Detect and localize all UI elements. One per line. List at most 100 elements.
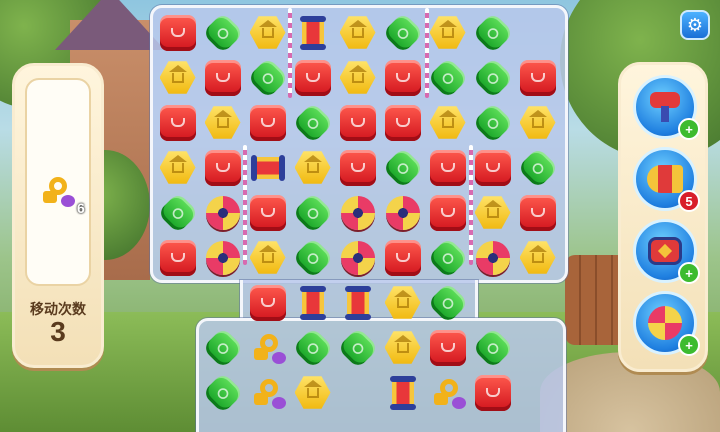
board-cell[interactable]: [335, 145, 380, 190]
board-cell[interactable]: [515, 190, 560, 235]
board-cell[interactable]: [200, 370, 245, 415]
board-cell[interactable]: [380, 235, 425, 280]
board-cell[interactable]: [290, 325, 335, 370]
board-cell[interactable]: [515, 100, 560, 145]
add-booster-badge[interactable]: +: [678, 118, 700, 140]
board-cell[interactable]: [470, 55, 515, 100]
board-cell[interactable]: [425, 280, 470, 325]
board-cell[interactable]: [425, 370, 470, 415]
yellow-house-tile: [249, 241, 286, 274]
rocket-icon: [647, 165, 683, 193]
board-cell[interactable]: [200, 190, 245, 235]
board-cell[interactable]: [425, 190, 470, 235]
goal-remaining-count: 6: [77, 200, 85, 216]
yellow-house-tile: [249, 16, 286, 49]
board-cell[interactable]: [380, 10, 425, 55]
board-cell[interactable]: [200, 100, 245, 145]
add-booster-badge[interactable]: +: [678, 334, 700, 356]
board-cell[interactable]: [380, 190, 425, 235]
fan-booster-button[interactable]: +: [633, 291, 700, 356]
board-cell[interactable]: [245, 325, 290, 370]
board-cell[interactable]: [245, 235, 290, 280]
board-cell[interactable]: [470, 10, 515, 55]
yellow-house-tile: [339, 16, 376, 49]
board-cell[interactable]: [290, 280, 335, 325]
board-cell[interactable]: [425, 55, 470, 100]
board-cell[interactable]: [200, 10, 245, 55]
board-cell[interactable]: [380, 280, 425, 325]
settings-button[interactable]: ⚙: [680, 10, 710, 40]
green-leaf-tile: [471, 11, 514, 54]
board-cell[interactable]: [380, 325, 425, 370]
board-cell[interactable]: [245, 145, 290, 190]
board-cell[interactable]: [335, 325, 380, 370]
board-cell[interactable]: [425, 235, 470, 280]
board-cell[interactable]: [155, 100, 200, 145]
board-cell[interactable]: [335, 100, 380, 145]
add-booster-badge[interactable]: +: [678, 262, 700, 284]
board-cell[interactable]: [335, 10, 380, 55]
board-cell[interactable]: [380, 370, 425, 415]
board-cell[interactable]: [380, 55, 425, 100]
booster-panel: + 5 + +: [618, 62, 708, 372]
goal-box: 6: [25, 78, 91, 286]
green-leaf-tile: [291, 236, 334, 279]
board-cell[interactable]: [470, 190, 515, 235]
board-cell[interactable]: [470, 370, 515, 415]
board-cell[interactable]: [335, 190, 380, 235]
board-cell[interactable]: [245, 370, 290, 415]
board-cell[interactable]: [290, 55, 335, 100]
board-cell[interactable]: [290, 370, 335, 415]
rocket-booster-button[interactable]: 5: [633, 147, 700, 212]
board-cell[interactable]: [155, 10, 200, 55]
board-cell[interactable]: [380, 145, 425, 190]
board-cell[interactable]: [245, 190, 290, 235]
board-cell[interactable]: [290, 100, 335, 145]
board-cell[interactable]: [425, 100, 470, 145]
board-cell[interactable]: [335, 280, 380, 325]
board-cell[interactable]: [515, 145, 560, 190]
board-cell[interactable]: [380, 100, 425, 145]
board-cell[interactable]: [200, 325, 245, 370]
board-cell[interactable]: [470, 145, 515, 190]
board-cell[interactable]: [470, 235, 515, 280]
board-cell[interactable]: [155, 145, 200, 190]
hammer-booster-button[interactable]: +: [633, 75, 700, 140]
board-cell[interactable]: [155, 55, 200, 100]
board-cell[interactable]: [470, 325, 515, 370]
green-leaf-tile: [291, 326, 334, 369]
green-leaf-tile: [471, 101, 514, 144]
board-cell[interactable]: [335, 235, 380, 280]
board-cell[interactable]: [470, 100, 515, 145]
board-cell[interactable]: [290, 145, 335, 190]
key-bag-icon: [252, 377, 286, 409]
board-cell[interactable]: [245, 55, 290, 100]
board-cell[interactable]: [515, 235, 560, 280]
board-cell[interactable]: [200, 145, 245, 190]
board-cell[interactable]: [155, 190, 200, 235]
hammer-icon: [648, 92, 682, 122]
board-cell[interactable]: [245, 280, 290, 325]
board-cell[interactable]: [335, 55, 380, 100]
board-cell[interactable]: [425, 10, 470, 55]
board-cell[interactable]: [290, 190, 335, 235]
rope-barrier: [288, 8, 292, 98]
board-cell[interactable]: [200, 55, 245, 100]
key-bag-icon: [41, 175, 75, 207]
board-cell[interactable]: [425, 325, 470, 370]
green-leaf-tile: [381, 146, 424, 189]
board-cell[interactable]: [245, 10, 290, 55]
board-cell[interactable]: [425, 145, 470, 190]
gear-icon: ⚙: [686, 14, 704, 36]
board-cell[interactable]: [155, 235, 200, 280]
goal-panel: 6 移动次数 3: [12, 63, 104, 368]
yellow-house-tile: [159, 151, 196, 184]
board-cell[interactable]: [515, 55, 560, 100]
house-roof: [55, 0, 165, 50]
board-cell[interactable]: [290, 10, 335, 55]
board-cell[interactable]: [290, 235, 335, 280]
board-cell[interactable]: [245, 100, 290, 145]
bow-blocker: [340, 195, 375, 230]
board-cell[interactable]: [200, 235, 245, 280]
bag-booster-button[interactable]: +: [633, 219, 700, 284]
